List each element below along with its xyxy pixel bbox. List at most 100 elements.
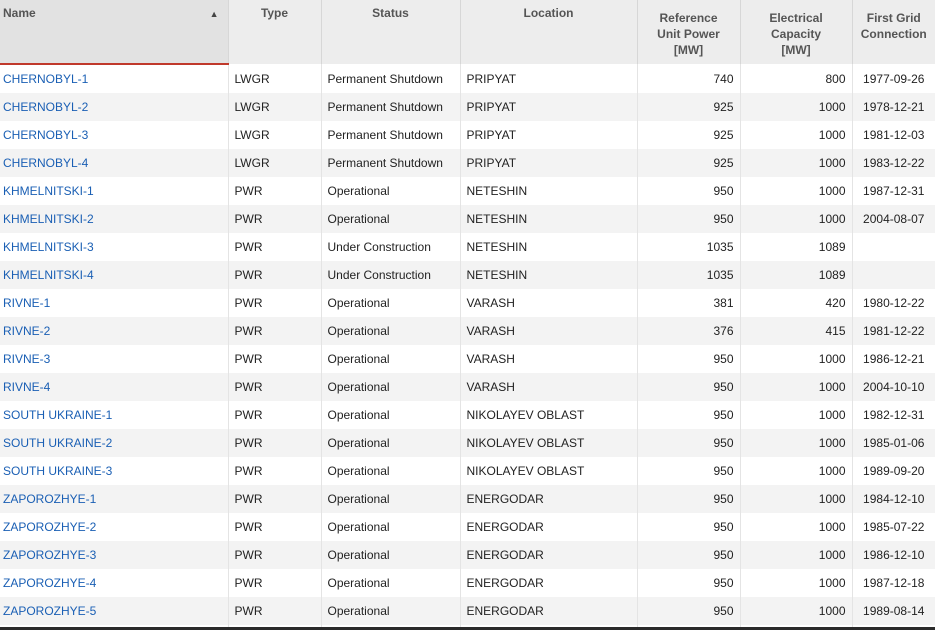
column-header-type[interactable]: Type — [228, 0, 322, 64]
table-row: ZAPOROZHYE-4 PWR Operational ENERGODAR 950 10… — [0, 569, 935, 597]
cell-first-grid-connection: 1977-09-26 — [852, 64, 935, 93]
cell-location: PRIPYAT — [460, 121, 638, 149]
cell-status: Permanent Shutdown — [321, 64, 461, 93]
cell-type: PWR — [228, 513, 322, 541]
cell-type: PWR — [228, 541, 322, 569]
cell-type: LWGR — [228, 121, 322, 149]
cell-location: PRIPYAT — [460, 93, 638, 121]
cell-name: KHMELNITSKI-4 — [0, 261, 229, 289]
cell-reference-power: 950 — [637, 597, 741, 625]
table-row: CHERNOBYL-3 LWGR Permanent Shutdown PRIPYAT… — [0, 121, 935, 149]
cell-location: NETESHIN — [460, 233, 638, 261]
cell-status: Operational — [321, 289, 461, 317]
column-header-electrical-capacity[interactable]: Electrical Capacity [MW] — [740, 0, 853, 64]
table-row: ZAPOROZHYE-2 PWR Operational ENERGODAR 950 10… — [0, 513, 935, 541]
cell-first-grid-connection: 1987-12-18 — [852, 569, 935, 597]
cell-location: ENERGODAR — [460, 485, 638, 513]
cell-reference-power: 950 — [637, 513, 741, 541]
reactor-name-link[interactable]: CHERNOBYL-1 — [3, 72, 88, 86]
cell-type: PWR — [228, 261, 322, 289]
reactor-name-link[interactable]: SOUTH UKRAINE-3 — [3, 464, 112, 478]
reactor-name-link[interactable]: SOUTH UKRAINE-1 — [3, 408, 112, 422]
column-header-first-grid-line: Connection — [860, 27, 927, 41]
table-row: SOUTH UKRAINE-3 PWR Operational NIKOLAYEV O… — [0, 457, 935, 485]
cell-reference-power: 950 — [637, 541, 741, 569]
table-row: SOUTH UKRAINE-1 PWR Operational NIKOLAYEV O… — [0, 401, 935, 429]
cell-reference-power: 950 — [637, 429, 741, 457]
column-header-status-label: Status — [372, 6, 409, 20]
cell-status: Operational — [321, 429, 461, 457]
sort-ascending-icon[interactable]: ▲ — [210, 6, 219, 22]
reactor-name-link[interactable]: RIVNE-1 — [3, 296, 50, 310]
reactor-name-link[interactable]: SOUTH UKRAINE-2 — [3, 436, 112, 450]
reactor-name-link[interactable]: ZAPOROZHYE-2 — [3, 520, 96, 534]
reactor-name-link[interactable]: KHMELNITSKI-4 — [3, 268, 94, 282]
reactor-name-link[interactable]: RIVNE-3 — [3, 352, 50, 366]
cell-status: Operational — [321, 177, 461, 205]
cell-type: PWR — [228, 345, 322, 373]
column-header-name[interactable]: Name ▲ — [0, 0, 229, 65]
cell-status: Operational — [321, 513, 461, 541]
cell-name: KHMELNITSKI-3 — [0, 233, 229, 261]
table-row: ZAPOROZHYE-5 PWR Operational ENERGODAR 950 10… — [0, 597, 935, 625]
reactor-name-link[interactable]: RIVNE-4 — [3, 380, 50, 394]
reactor-table-viewport: Name ▲ Type Status Location Reference Un… — [0, 0, 935, 630]
cell-electrical-capacity: 1000 — [740, 457, 853, 485]
cell-first-grid-connection: 2004-08-07 — [852, 205, 935, 233]
reactor-name-link[interactable]: ZAPOROZHYE-1 — [3, 492, 96, 506]
column-header-status[interactable]: Status — [321, 0, 461, 64]
table-row: RIVNE-1 PWR Operational VARASH 381 420 1980-12… — [0, 289, 935, 317]
cell-first-grid-connection: 1986-12-21 — [852, 345, 935, 373]
reactor-name-link[interactable]: RIVNE-2 — [3, 324, 50, 338]
cell-name: SOUTH UKRAINE-1 — [0, 401, 229, 429]
column-header-first-grid-line: First Grid — [866, 11, 921, 25]
reactor-name-link[interactable]: ZAPOROZHYE-3 — [3, 548, 96, 562]
cell-name: SOUTH UKRAINE-3 — [0, 457, 229, 485]
cell-electrical-capacity: 1000 — [740, 401, 853, 429]
cell-name: CHERNOBYL-2 — [0, 93, 229, 121]
cell-reference-power: 925 — [637, 149, 741, 177]
cell-location: PRIPYAT — [460, 149, 638, 177]
reactor-name-link[interactable]: KHMELNITSKI-1 — [3, 184, 94, 198]
table-row: KHMELNITSKI-2 PWR Operational NETESHIN 950 10… — [0, 205, 935, 233]
column-header-reference-power[interactable]: Reference Unit Power [MW] — [637, 0, 741, 64]
reactor-name-link[interactable]: CHERNOBYL-2 — [3, 100, 88, 114]
cell-location: ENERGODAR — [460, 597, 638, 625]
column-header-first-grid[interactable]: First Grid Connection — [852, 0, 935, 64]
column-header-electrical-capacity-line: Electrical — [769, 11, 823, 25]
cell-status: Operational — [321, 317, 461, 345]
cell-status: Operational — [321, 541, 461, 569]
cell-name: SOUTH UKRAINE-2 — [0, 429, 229, 457]
cell-reference-power: 740 — [637, 64, 741, 93]
cell-location: VARASH — [460, 317, 638, 345]
cell-first-grid-connection: 1983-12-22 — [852, 149, 935, 177]
reactor-name-link[interactable]: CHERNOBYL-4 — [3, 156, 88, 170]
cell-status: Under Construction — [321, 261, 461, 289]
column-header-location[interactable]: Location — [460, 0, 638, 64]
cell-electrical-capacity: 1000 — [740, 485, 853, 513]
reactor-name-link[interactable]: KHMELNITSKI-2 — [3, 212, 94, 226]
cell-name: KHMELNITSKI-1 — [0, 177, 229, 205]
reactor-name-link[interactable]: KHMELNITSKI-3 — [3, 240, 94, 254]
reactor-name-link[interactable]: ZAPOROZHYE-5 — [3, 604, 96, 618]
cell-first-grid-connection: 1982-12-31 — [852, 401, 935, 429]
cell-name: CHERNOBYL-4 — [0, 149, 229, 177]
cell-location: NETESHIN — [460, 261, 638, 289]
cell-reference-power: 925 — [637, 121, 741, 149]
cell-status: Under Construction — [321, 233, 461, 261]
cell-status: Operational — [321, 345, 461, 373]
cell-electrical-capacity: 1000 — [740, 513, 853, 541]
cell-type: PWR — [228, 233, 322, 261]
cell-type: PWR — [228, 457, 322, 485]
cell-electrical-capacity: 1000 — [740, 93, 853, 121]
cell-type: PWR — [228, 373, 322, 401]
cell-first-grid-connection: 1985-07-22 — [852, 513, 935, 541]
cell-name: ZAPOROZHYE-3 — [0, 541, 229, 569]
cell-type: PWR — [228, 429, 322, 457]
table-row: RIVNE-2 PWR Operational VARASH 376 415 1981-12… — [0, 317, 935, 345]
reactor-name-link[interactable]: CHERNOBYL-3 — [3, 128, 88, 142]
cell-reference-power: 950 — [637, 177, 741, 205]
reactor-name-link[interactable]: ZAPOROZHYE-4 — [3, 576, 96, 590]
reactor-table: Name ▲ Type Status Location Reference Un… — [0, 0, 935, 630]
cell-electrical-capacity: 1089 — [740, 261, 853, 289]
